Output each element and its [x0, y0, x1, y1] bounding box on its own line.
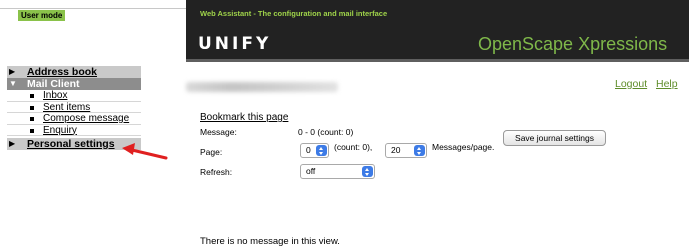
sidebar-subitem-label[interactable]: Sent items — [43, 102, 90, 114]
message-label: Message: — [200, 127, 237, 137]
collapsed-arrow-icon: ▶ — [9, 139, 16, 148]
page-label: Page: — [200, 147, 223, 157]
left-top-area: User mode — [0, 0, 186, 59]
sidebar-subitem-label[interactable]: Enquiry — [43, 125, 77, 137]
per-page-suffix: Messages/page. — [432, 142, 495, 152]
user-mode-badge: User mode — [18, 10, 66, 21]
help-link[interactable]: Help — [656, 78, 678, 90]
bullet-icon — [30, 94, 34, 98]
unify-logo: UNIFY — [198, 34, 272, 54]
page-select-value: 0 — [306, 145, 311, 155]
sidebar-item-label[interactable]: Personal settings — [27, 138, 115, 150]
select-stepper-icon — [414, 145, 425, 156]
product-name: OpenScape Xpressions — [478, 34, 668, 54]
bullet-icon — [30, 105, 34, 110]
top-rule — [0, 8, 186, 9]
message-value: 0 - 0 (count: 0) — [298, 127, 354, 137]
bookmark-link[interactable]: Bookmark this page — [200, 112, 288, 123]
sidebar-item-mail-client[interactable]: ▼ Mail Client — [7, 78, 141, 90]
per-page-select[interactable]: 20 — [385, 143, 427, 158]
sidebar-subitem-sent-items[interactable]: Sent items — [7, 101, 141, 114]
collapsed-arrow-icon: ▶ — [9, 67, 16, 76]
page-select[interactable]: 0 — [300, 143, 329, 158]
header-tagline: Web Assistant - The configuration and ma… — [200, 9, 388, 18]
sidebar-subitem-enquiry[interactable]: Enquiry — [7, 124, 141, 137]
sidebar-subitem-compose-message[interactable]: Compose message — [7, 113, 141, 125]
refresh-label: Refresh: — [200, 167, 233, 177]
refresh-select[interactable]: off — [300, 164, 375, 179]
bullet-icon — [30, 128, 34, 133]
sidebar-subitem-label[interactable]: Compose message — [43, 113, 129, 125]
select-stepper-icon — [362, 166, 373, 177]
sidebar-subitem-inbox[interactable]: Inbox — [7, 90, 141, 102]
sidebar-nav: ▶ Address book ▼ Mail Client Inbox Sent … — [7, 66, 141, 150]
blurred-user-name — [186, 82, 338, 92]
save-journal-settings-button[interactable]: Save journal settings — [503, 130, 606, 146]
sidebar-item-label: Mail Client — [27, 78, 80, 90]
refresh-select-value: off — [306, 166, 316, 176]
sidebar-item-address-book[interactable]: ▶ Address book — [7, 66, 141, 78]
select-stepper-icon — [316, 145, 327, 156]
per-page-select-value: 20 — [391, 145, 401, 155]
bullet-icon — [30, 117, 34, 121]
sidebar-subitem-label[interactable]: Inbox — [43, 90, 67, 102]
red-arrow-icon — [122, 143, 168, 160]
empty-state-message: There is no message in this view. — [200, 236, 340, 247]
sidebar-item-label[interactable]: Address book — [27, 66, 97, 78]
header-divider — [186, 59, 689, 62]
expanded-arrow-icon: ▼ — [9, 79, 17, 88]
logout-link[interactable]: Logout — [615, 78, 647, 90]
page-count: (count: 0), — [334, 142, 373, 152]
